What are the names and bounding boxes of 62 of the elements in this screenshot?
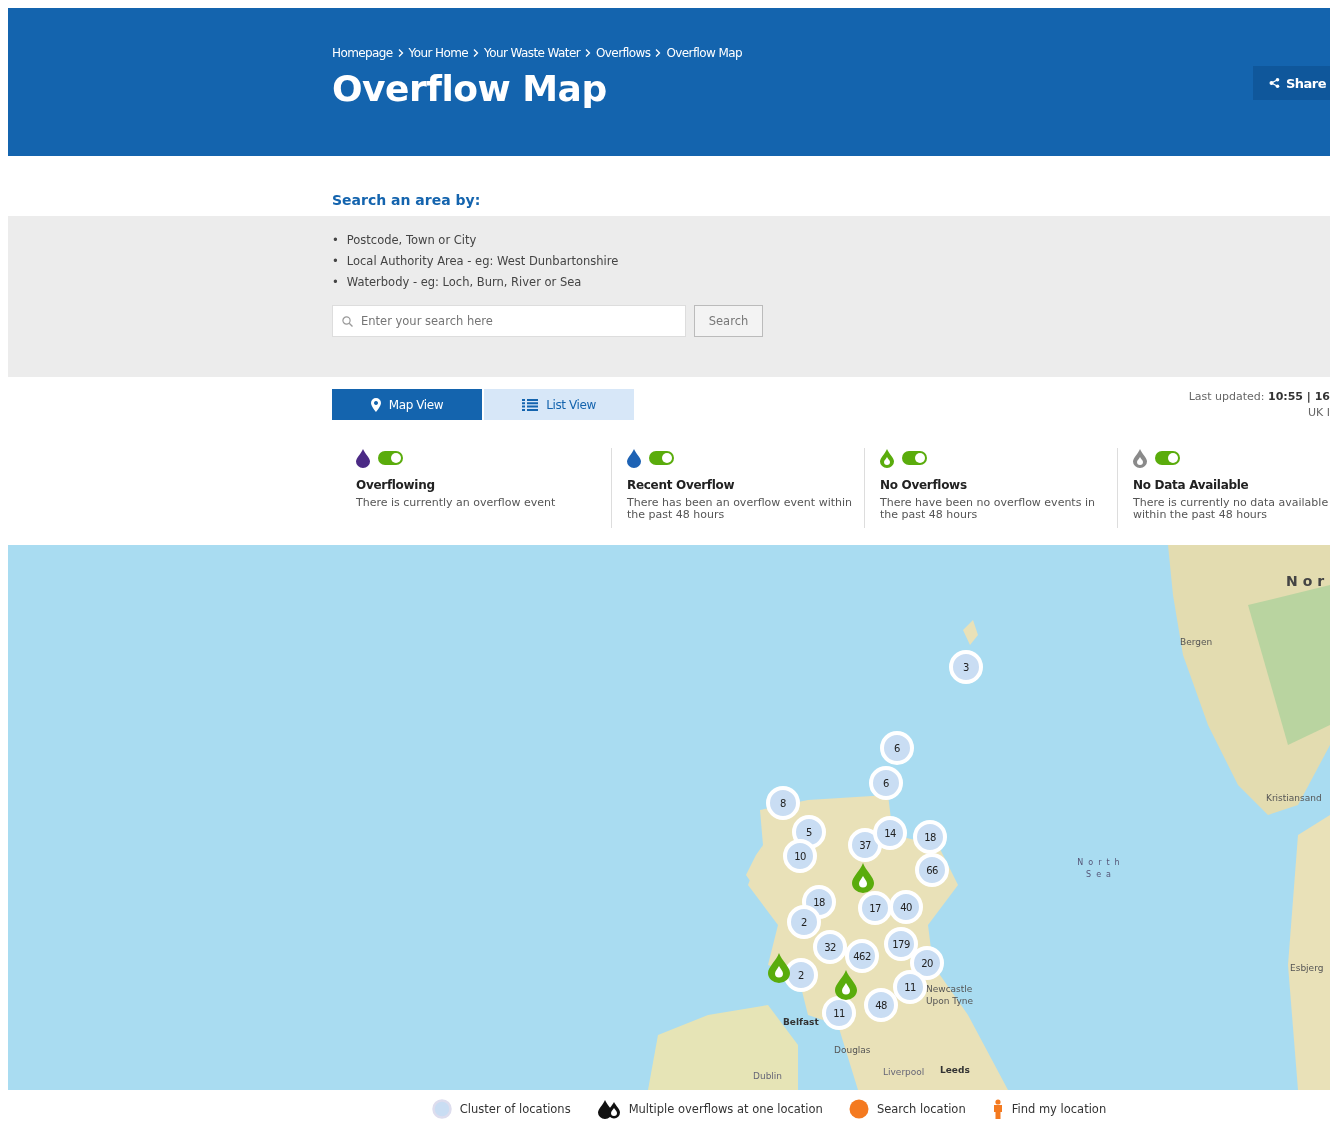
view-tab[interactable]: List View	[484, 389, 634, 420]
search-heading: Search an area by:	[332, 192, 482, 208]
page-title: Overflow Map	[332, 68, 607, 109]
map-key-label: Find my location	[1011, 1102, 1107, 1116]
map-key-label: Cluster of locations	[459, 1102, 571, 1116]
search-button[interactable]: Search	[694, 305, 763, 337]
breadcrumb-link[interactable]: Your Home	[408, 46, 469, 60]
legend-description: There is currently an overflow event	[356, 497, 557, 509]
toggle-switch[interactable]	[1155, 451, 1180, 465]
place-label: Kristiansand	[1266, 793, 1322, 803]
search-option: Postcode, Town or City	[346, 233, 477, 248]
drop-marker-icon[interactable]	[768, 953, 790, 983]
place-label: Nor	[1286, 573, 1330, 589]
breadcrumb-link[interactable]: Overflows	[596, 46, 651, 60]
legend-description: There is currently no data available within the past 48 hours	[1133, 497, 1330, 521]
toggle-switch[interactable]	[649, 451, 674, 465]
search-option: Local Authority Area - eg: West Dunbartonshire	[346, 254, 619, 269]
breadcrumb-link[interactable]: Your Waste Water	[484, 46, 580, 60]
double-drop-icon	[596, 1099, 621, 1119]
map-key-label: Multiple overflows at one location	[628, 1102, 823, 1116]
place-label: Douglas	[834, 1045, 871, 1055]
place-label: Bergen	[1180, 637, 1213, 647]
place-label: Liverpool	[883, 1067, 925, 1077]
chevron-icon	[585, 49, 591, 57]
search-icon	[342, 316, 353, 327]
bullet: •	[332, 254, 339, 269]
breadcrumb-link[interactable]: Overflow Map	[666, 46, 742, 60]
place-label: Leeds	[940, 1065, 970, 1075]
list-icon	[522, 398, 539, 411]
chevron-icon	[655, 49, 662, 57]
drop-marker-icon[interactable]	[835, 970, 857, 1000]
place-label: North Sea	[1076, 857, 1126, 881]
timezone-text: UK I	[1307, 405, 1330, 421]
location-dot-icon	[848, 1099, 869, 1119]
bullet: •	[332, 233, 339, 248]
person-icon	[991, 1099, 1004, 1119]
bullet: •	[332, 275, 339, 290]
view-tab[interactable]: Map View	[332, 389, 482, 420]
place-label: Belfast	[783, 1017, 819, 1027]
toggle-switch[interactable]	[902, 451, 927, 465]
share-button[interactable]: Share	[1252, 66, 1330, 100]
legend-description: There has been an overflow event within the past 48 hours	[627, 497, 853, 521]
legend-title: Overflowing	[356, 478, 436, 492]
search-field[interactable]: Enter your search here	[332, 305, 686, 337]
share-icon	[1268, 78, 1280, 88]
legend-title: No Overflows	[880, 478, 968, 492]
toggle-switch[interactable]	[378, 451, 403, 465]
map-key-label: Search location	[876, 1102, 966, 1116]
place-label: Newcastle Upon Tyne	[926, 983, 975, 1007]
search-option: Waterbody - eg: Loch, Burn, River or Sea	[346, 275, 582, 290]
drop-marker-icon[interactable]	[852, 863, 874, 893]
place-label: Esbjerg	[1290, 963, 1324, 973]
chevron-icon	[473, 49, 480, 57]
breadcrumb-link[interactable]: Homepage	[332, 46, 393, 60]
chevron-icon	[397, 49, 404, 57]
legend-title: Recent Overflow	[627, 478, 736, 492]
place-label: Dublin	[753, 1071, 783, 1081]
map-pin-icon	[370, 397, 381, 412]
last-updated-text: Last updated: 10:55 | 16	[1188, 389, 1330, 405]
legend-title: No Data Available	[1133, 478, 1250, 492]
cluster-icon	[431, 1099, 452, 1119]
legend-description: There have been no overflow events in the past 48 hours	[880, 497, 1096, 521]
